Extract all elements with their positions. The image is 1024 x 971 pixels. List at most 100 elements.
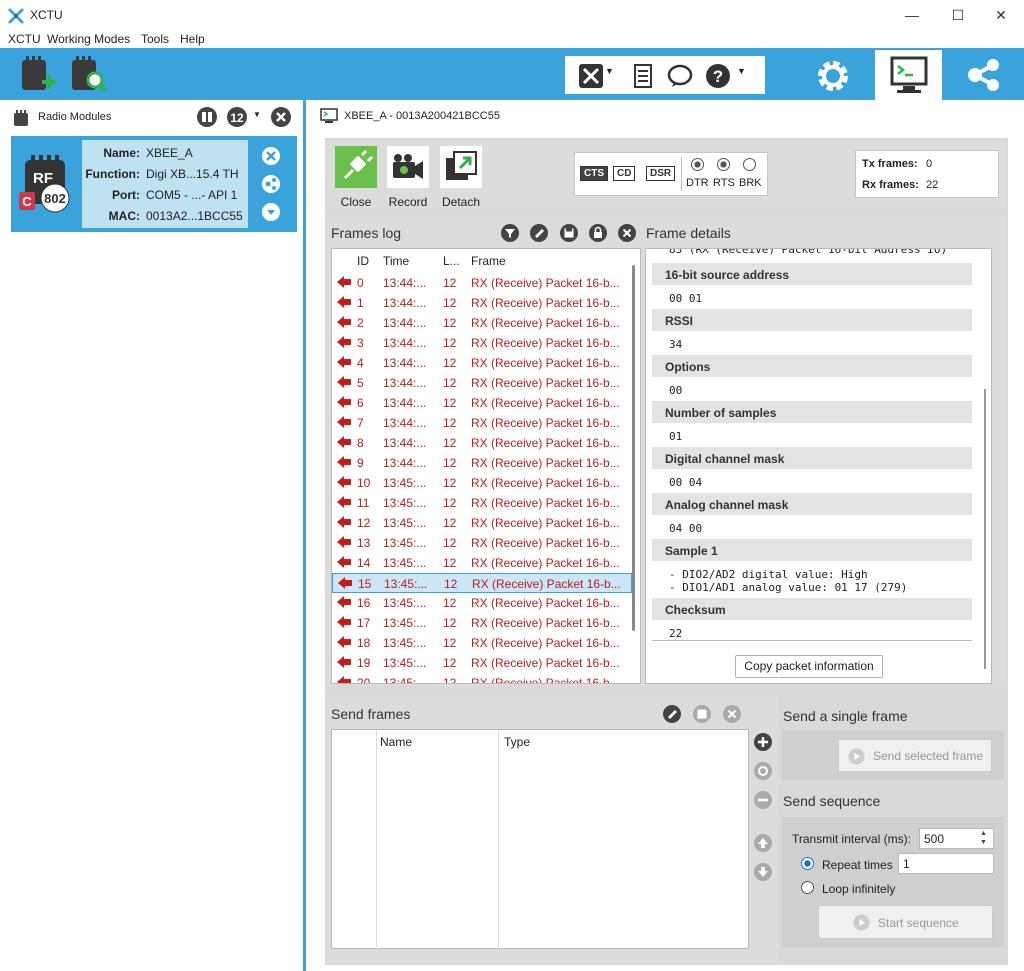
filter-icon[interactable]: [500, 223, 520, 243]
feedback-icon[interactable]: [667, 64, 693, 88]
table-row[interactable]: 3 13:44:... 12 RX (Receive) Packet 16-b...: [332, 333, 632, 353]
help-dropdown-icon[interactable]: ▼: [737, 66, 746, 76]
table-row[interactable]: 18 13:45:... 12 RX (Receive) Packet 16-b...: [332, 633, 632, 653]
table-row[interactable]: 15 13:45:... 12 RX (Receive) Packet 16-b...: [332, 573, 632, 593]
menu-working-modes[interactable]: Working Modes: [47, 32, 130, 46]
send-col-type[interactable]: Type: [504, 735, 530, 749]
frame-type-partial: 83 (RX (Receive) Packet 16-bit Address I…: [669, 248, 948, 256]
module-more-icon[interactable]: [261, 202, 281, 222]
detail-field-header: RSSI: [652, 309, 972, 331]
received-arrow-icon: [337, 276, 351, 288]
menu-help[interactable]: Help: [180, 32, 205, 46]
discover-devices-icon[interactable]: [66, 52, 110, 96]
window-close-button[interactable]: ✕: [978, 4, 1024, 26]
close-log-icon[interactable]: [617, 223, 637, 243]
row-frame: RX (Receive) Packet 16-b...: [471, 536, 620, 550]
add-device-icon[interactable]: [16, 52, 60, 96]
log-scrollbar[interactable]: [632, 265, 635, 631]
repeat-times-input[interactable]: 1: [898, 853, 994, 874]
lock-icon[interactable]: [588, 223, 608, 243]
save-log-icon[interactable]: [559, 223, 579, 243]
rts-radio[interactable]: [717, 158, 730, 171]
col-id[interactable]: ID: [357, 254, 369, 268]
module-network-icon[interactable]: [261, 174, 281, 194]
loop-infinitely-radio[interactable]: [801, 881, 814, 894]
play-icon: [848, 748, 865, 765]
send-selected-frame-button[interactable]: Send selected frame: [838, 739, 992, 772]
add-frame-icon[interactable]: [753, 732, 773, 752]
copy-packet-button[interactable]: Copy packet information: [735, 655, 883, 678]
minimize-button[interactable]: —: [889, 4, 935, 26]
remove-frame-icon[interactable]: [753, 790, 773, 810]
tools-dropdown-icon[interactable]: ▼: [605, 66, 614, 76]
frame-settings-icon[interactable]: [753, 761, 773, 781]
menu-tools[interactable]: Tools: [141, 32, 169, 46]
table-row[interactable]: 6 13:44:... 12 RX (Receive) Packet 16-b...: [332, 393, 632, 413]
col-time[interactable]: Time: [383, 254, 409, 268]
table-row[interactable]: 2 13:44:... 12 RX (Receive) Packet 16-b...: [332, 313, 632, 333]
interval-input[interactable]: 500 ▲ ▼: [919, 828, 994, 849]
network-icon: [968, 59, 999, 91]
table-row[interactable]: 20 13:45:... 12 RX (Receive) Packet 16-b...: [332, 673, 632, 683]
row-id: 19: [357, 656, 371, 670]
row-frame: RX (Receive) Packet 16-b...: [471, 616, 620, 630]
table-row[interactable]: 5 13:44:... 12 RX (Receive) Packet 16-b...: [332, 373, 632, 393]
row-frame: RX (Receive) Packet 16-b...: [471, 656, 620, 670]
help-icon[interactable]: ?: [705, 63, 731, 89]
delete-frames-icon[interactable]: [722, 704, 742, 724]
table-row[interactable]: 7 13:44:... 12 RX (Receive) Packet 16-b...: [332, 413, 632, 433]
row-id: 16: [357, 596, 371, 610]
table-row[interactable]: 17 13:45:... 12 RX (Receive) Packet 16-b...: [332, 613, 632, 633]
maximize-button[interactable]: ☐: [935, 4, 981, 26]
table-row[interactable]: 0 13:44:... 12 RX (Receive) Packet 16-b...: [332, 273, 632, 293]
close-connection-button[interactable]: Close: [326, 146, 386, 209]
table-row[interactable]: 11 13:45:... 12 RX (Receive) Packet 16-b...: [332, 493, 632, 513]
brk-radio[interactable]: [743, 158, 756, 171]
row-length: 12: [443, 456, 457, 470]
table-row[interactable]: 10 13:45:... 12 RX (Receive) Packet 16-b...: [332, 473, 632, 493]
repeat-times-radio[interactable]: [801, 857, 814, 870]
rx-frames-label: Rx frames:: [862, 179, 919, 191]
table-row[interactable]: 8 13:44:... 12 RX (Receive) Packet 16-b...: [332, 433, 632, 453]
sort-dropdown-icon[interactable]: ▼: [253, 110, 261, 119]
col-length[interactable]: L...: [443, 254, 460, 268]
frames-generator-icon[interactable]: [633, 64, 653, 88]
details-scrollbar[interactable]: [984, 389, 986, 669]
compare-icon[interactable]: [196, 106, 218, 128]
start-sequence-button[interactable]: Start sequence: [818, 905, 993, 939]
row-id: 11: [357, 496, 370, 510]
brk-label: BRK: [739, 177, 762, 189]
col-frame[interactable]: Frame: [471, 254, 506, 268]
interval-spinner-icon[interactable]: ▲ ▼: [980, 829, 987, 847]
detach-button[interactable]: Detach: [431, 146, 491, 209]
module-mac-row: MAC: 0013A2...1BCC55: [82, 209, 248, 229]
menu-xctu[interactable]: XCTU: [8, 32, 41, 46]
row-id: 12: [357, 516, 371, 530]
table-row[interactable]: 12 13:45:... 12 RX (Receive) Packet 16-b...: [332, 513, 632, 533]
consoles-mode-tab[interactable]: [875, 50, 942, 100]
disconnect-module-icon[interactable]: [261, 146, 281, 166]
clear-log-icon[interactable]: [529, 223, 549, 243]
edit-frame-icon[interactable]: [662, 704, 682, 724]
received-arrow-icon: [337, 616, 351, 628]
table-row[interactable]: 13 13:45:... 12 RX (Receive) Packet 16-b...: [332, 533, 632, 553]
configuration-mode-tab[interactable]: [807, 50, 859, 100]
console-title: XBEE_A - 0013A200421BCC55: [344, 110, 500, 122]
sort-icon[interactable]: 12: [226, 106, 248, 128]
remove-all-icon[interactable]: [270, 106, 292, 128]
send-col-name[interactable]: Name: [380, 735, 412, 749]
table-row[interactable]: 4 13:44:... 12 RX (Receive) Packet 16-b...: [332, 353, 632, 373]
network-mode-tab[interactable]: [947, 50, 1024, 100]
table-row[interactable]: 19 13:45:... 12 RX (Receive) Packet 16-b...: [332, 653, 632, 673]
table-row[interactable]: 9 13:44:... 12 RX (Receive) Packet 16-b...: [332, 453, 632, 473]
tools-icon[interactable]: [579, 64, 603, 88]
table-row[interactable]: 1 13:44:... 12 RX (Receive) Packet 16-b...: [332, 293, 632, 313]
move-down-icon[interactable]: [753, 862, 773, 882]
dtr-radio[interactable]: [691, 158, 704, 171]
record-button[interactable]: Record: [378, 146, 438, 209]
move-up-icon[interactable]: [753, 833, 773, 853]
rf-802-module-icon: RF 802 C: [19, 155, 70, 213]
table-row[interactable]: 16 13:45:... 12 RX (Receive) Packet 16-b...: [332, 593, 632, 613]
save-frames-icon[interactable]: [692, 704, 712, 724]
table-row[interactable]: 14 13:45:... 12 RX (Receive) Packet 16-b...: [332, 553, 632, 573]
